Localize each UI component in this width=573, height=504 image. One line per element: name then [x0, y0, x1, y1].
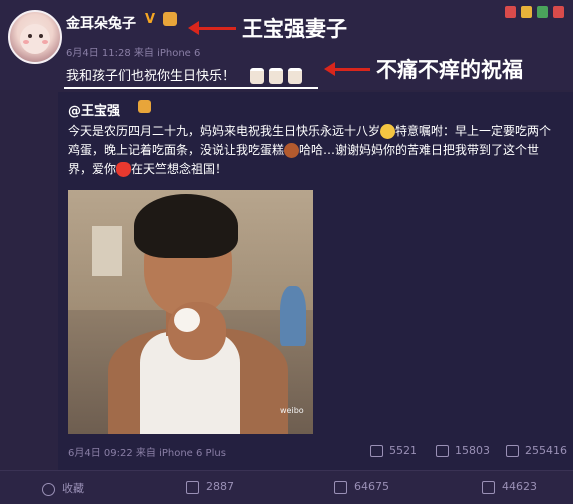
avatar-eye-left [28, 34, 32, 38]
reposted-post: @王宝强 今天是农历四月二十九，妈妈来电祝我生日快乐永远十八岁 特意嘱咐：早上一定… [58, 92, 573, 470]
repost-text-line2b: 哈哈…谢谢妈妈你的苦难日把我带到了这个世 [299, 143, 540, 157]
weibo-watermark: weibo [280, 406, 304, 415]
collect-label: 收藏 [62, 482, 84, 495]
photo-background-person [280, 286, 306, 346]
verified-badge: V [145, 12, 156, 27]
thumbs-up-icon [482, 480, 495, 494]
photo-hair [134, 194, 238, 258]
member-crown-icon [163, 12, 177, 26]
like-count: 44623 [502, 480, 537, 493]
cake-emoji-icon [250, 68, 264, 84]
cake-emoji-icon [269, 68, 283, 84]
forward-icon [186, 480, 199, 494]
repost-forward-count[interactable]: 5521 [370, 444, 417, 457]
heart-emoji-icon [116, 162, 132, 177]
repost-forward-value: 5521 [389, 444, 417, 457]
repost-comment-value: 15803 [455, 444, 490, 457]
repost-text-line2: 鸡蛋，晚上记着吃面条，没说让我吃蛋糕 [68, 143, 285, 157]
photo-bun [174, 308, 200, 332]
tree-icon [537, 6, 548, 18]
repost-text-line1: 今天是农历四月二十九，妈妈来电祝我生日快乐永远十八岁 [68, 124, 381, 138]
annotation-wife: 王宝强妻子 [242, 17, 347, 41]
repost-text-line3: 界，爱你 [68, 162, 117, 176]
annotation-arrow-top [198, 27, 236, 30]
festive-decoration [503, 2, 569, 26]
photo-window [92, 226, 122, 276]
annotation-blessing: 不痛不痒的祝福 [376, 58, 523, 82]
forward-button[interactable]: 2887 [186, 480, 234, 494]
repost-meta: 6月4日 09:22 来自 iPhone 6 Plus [68, 448, 226, 459]
action-bar: 收藏 2887 64675 44623 [0, 470, 573, 504]
comment-icon [334, 480, 347, 494]
gift-icon [521, 6, 532, 18]
avatar-cheek-left [23, 40, 29, 44]
cake-emoji-icon [288, 68, 302, 84]
repost-text: 今天是农历四月二十九，妈妈来电祝我生日快乐永远十八岁 特意嘱咐：早上一定要吃两个 … [68, 122, 566, 179]
collect-button[interactable]: 收藏 [42, 480, 84, 496]
post-text: 我和孩子们也祝你生日快乐！ [66, 69, 236, 84]
star-icon [42, 482, 55, 496]
grin-emoji-icon [380, 124, 396, 139]
cake-emoji-icon [284, 143, 300, 158]
member-crown-icon [138, 100, 151, 113]
repost-author[interactable]: @王宝强 [68, 100, 120, 119]
repost-like-count[interactable]: 255416 [506, 444, 567, 457]
post-photo[interactable]: weibo [68, 190, 313, 434]
avatar[interactable] [8, 10, 62, 64]
repost-like-value: 255416 [525, 444, 567, 457]
avatar-face [20, 24, 50, 54]
avatar-eye-right [39, 34, 43, 38]
gift-icon [505, 6, 516, 18]
thumbs-up-icon [506, 445, 519, 457]
comment-icon [436, 445, 449, 457]
annotation-arrow-middle [334, 68, 370, 71]
repost-comment-count[interactable]: 15803 [436, 444, 490, 457]
comment-count: 64675 [354, 480, 389, 493]
repost-text-line1b: 特意嘱咐：早上一定要吃两个 [395, 124, 552, 138]
forward-icon [370, 445, 383, 457]
weibo-post-screenshot: 金耳朵兔子 V 6月4日 11:28 来自 iPhone 6 我和孩子们也祝你生… [0, 0, 573, 504]
avatar-cheek-right [42, 40, 48, 44]
highlight-underline [64, 87, 318, 89]
repost-text-line3b: 在天竺想念祖国！ [131, 162, 228, 176]
like-button[interactable]: 44623 [482, 480, 537, 494]
gift-icon [553, 6, 564, 18]
post-meta: 6月4日 11:28 来自 iPhone 6 [66, 48, 201, 59]
forward-count: 2887 [206, 480, 234, 493]
comment-button[interactable]: 64675 [334, 480, 389, 494]
post-author[interactable]: 金耳朵兔子 [66, 13, 136, 33]
